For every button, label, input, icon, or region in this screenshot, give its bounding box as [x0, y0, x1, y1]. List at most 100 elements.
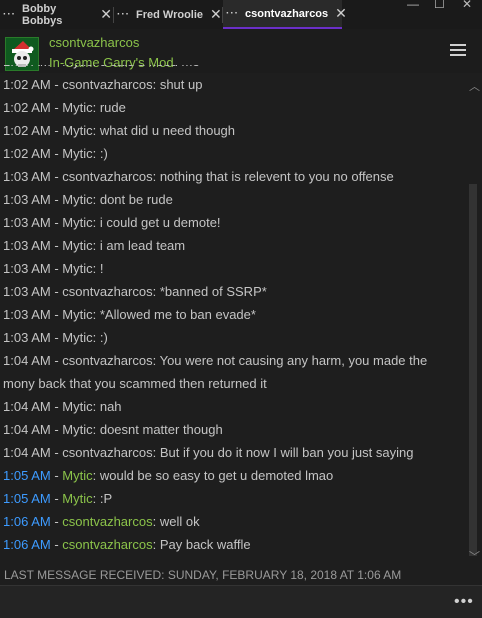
message-sender[interactable]: Mytic	[62, 65, 92, 69]
maximize-button[interactable]: ☐	[434, 0, 445, 11]
chat-message: 1:03 AM - csontvazharcos: *banned of SSR…	[3, 284, 267, 299]
message-sender[interactable]: csontvazharcos	[62, 537, 152, 552]
message-sender[interactable]: Mytic	[62, 491, 92, 506]
message-separator: -	[50, 77, 63, 92]
message-sender[interactable]: Mytic	[62, 261, 92, 276]
message-separator: -	[50, 514, 63, 529]
message-time: 1:02 AM	[3, 77, 51, 92]
message-colon: :	[92, 146, 100, 161]
close-icon[interactable]: ✕	[335, 5, 347, 22]
message-separator: -	[50, 399, 63, 414]
hamburger-icon[interactable]	[450, 42, 468, 56]
message-text: :P	[99, 491, 113, 506]
message-colon: :	[92, 261, 100, 276]
message-sender[interactable]: Mytic	[62, 146, 92, 161]
message-text: dont be rude	[99, 192, 173, 207]
message-sender[interactable]: csontvazharcos	[62, 445, 152, 460]
chat-message: 1:02 AM - Mytic: :)	[3, 146, 108, 161]
message-sender[interactable]: csontvazharcos	[62, 169, 152, 184]
message-sender[interactable]: Mytic	[62, 192, 92, 207]
message-colon: :	[92, 468, 100, 483]
message-text: well ok	[159, 514, 200, 529]
chat-log[interactable]: 1:02 AM - Mytic: u said u need me 1:02 AM…	[0, 65, 467, 565]
message-text: what did u need though	[99, 123, 236, 138]
message-time: 1:06 AM	[3, 514, 51, 529]
message-sender[interactable]: csontvazharcos	[62, 77, 152, 92]
chat-message: 1:04 AM - Mytic: doesnt matter though	[3, 422, 223, 437]
message-time: 1:05 AM	[3, 468, 51, 483]
chat-message: 1:03 AM - Mytic: !	[3, 261, 103, 276]
chevron-up-icon[interactable]: ︿	[469, 78, 480, 94]
message-text: doesnt matter though	[99, 422, 223, 437]
message-sender[interactable]: csontvazharcos	[62, 284, 152, 299]
message-time: 1:05 AM	[3, 491, 51, 506]
message-sender[interactable]: Mytic	[62, 330, 92, 345]
tab-fred-wroolie[interactable]: ··· Fred Wroolie ✕	[114, 0, 222, 29]
message-text: i am lead team	[99, 238, 186, 253]
message-colon: :	[152, 445, 160, 460]
message-text: :)	[99, 330, 108, 345]
chat-message: 1:04 AM - csontvazharcos: You were not c…	[3, 353, 427, 368]
message-colon: :	[152, 353, 160, 368]
message-sender[interactable]: Mytic	[62, 307, 92, 322]
message-input-bar[interactable]	[0, 585, 482, 618]
chat-message: 1:02 AM - Mytic: what did u need though	[3, 123, 235, 138]
message-time: 1:03 AM	[3, 330, 51, 345]
chevron-down-icon[interactable]: ﹀	[469, 548, 480, 564]
message-text: :)	[99, 146, 108, 161]
message-sender[interactable]: csontvazharcos	[62, 353, 152, 368]
message-colon: :	[92, 192, 100, 207]
message-separator: -	[50, 491, 63, 506]
message-colon: :	[92, 307, 100, 322]
chat-message: 1:02 AM - csontvazharcos: shut up	[3, 77, 202, 92]
message-text: nothing that is relevent to you no offen…	[159, 169, 394, 184]
message-sender[interactable]: Mytic	[62, 238, 92, 253]
scrollbar[interactable]	[469, 184, 477, 556]
message-text: i could get u demote!	[99, 215, 221, 230]
message-time: 1:03 AM	[3, 284, 51, 299]
chat-message: 1:03 AM - Mytic: dont be rude	[3, 192, 173, 207]
message-sender[interactable]: Mytic	[62, 100, 92, 115]
message-separator: -	[50, 215, 63, 230]
message-separator: -	[51, 65, 63, 69]
message-text: would be so easy to get u demoted lmao	[99, 468, 334, 483]
message-colon: :	[152, 514, 160, 529]
message-sender[interactable]: Mytic	[62, 468, 92, 483]
message-text: u said u need me	[100, 65, 200, 69]
tab-bar: ··· Bobby Bobbys ✕ ··· Fred Wroolie ✕ ··…	[0, 0, 482, 30]
message-time: 1:04 AM	[3, 399, 51, 414]
tab-label: Fred Wroolie	[136, 8, 204, 21]
message-time: 1:02 AM	[3, 123, 51, 138]
chat-message: 1:03 AM - Mytic: *Allowed me to ban evad…	[3, 307, 256, 322]
message-separator: -	[50, 468, 63, 483]
message-sender[interactable]: Mytic	[62, 422, 92, 437]
message-colon: :	[152, 284, 160, 299]
message-colon: :	[92, 215, 100, 230]
tab-bobby-bobbys[interactable]: ··· Bobby Bobbys ✕	[0, 0, 112, 29]
tab-label: Bobby Bobbys	[22, 2, 63, 27]
message-time: 1:04 AM	[3, 422, 51, 437]
more-icon[interactable]: •••	[454, 593, 474, 611]
minimize-button[interactable]: —	[407, 0, 419, 11]
chat-message: 1:05 AM - Mytic: :P	[3, 491, 112, 506]
message-text: shut up	[159, 77, 203, 92]
message-colon: :	[92, 238, 100, 253]
message-separator: -	[50, 192, 63, 207]
message-sender[interactable]: Mytic	[62, 123, 92, 138]
message-separator: -	[50, 100, 63, 115]
more-icon: ···	[117, 9, 130, 20]
message-separator: -	[50, 537, 63, 552]
close-icon[interactable]: ✕	[210, 6, 222, 23]
message-sender[interactable]: Mytic	[62, 399, 92, 414]
close-icon[interactable]: ✕	[100, 6, 112, 23]
close-window-button[interactable]: ✕	[462, 0, 472, 11]
message-time: 1:03 AM	[3, 215, 51, 230]
message-time: 1:02 AM	[3, 65, 51, 69]
message-time: 1:03 AM	[3, 261, 51, 276]
message-colon: :	[92, 100, 100, 115]
message-sender[interactable]: csontvazharcos	[62, 514, 152, 529]
message-time: 1:03 AM	[3, 192, 51, 207]
message-sender[interactable]: Mytic	[62, 215, 92, 230]
tab-csontvazharcos[interactable]: ··· csontvazharcos ✕	[223, 0, 347, 29]
chat-message: 1:05 AM - Mytic: would be so easy to get…	[3, 468, 333, 483]
